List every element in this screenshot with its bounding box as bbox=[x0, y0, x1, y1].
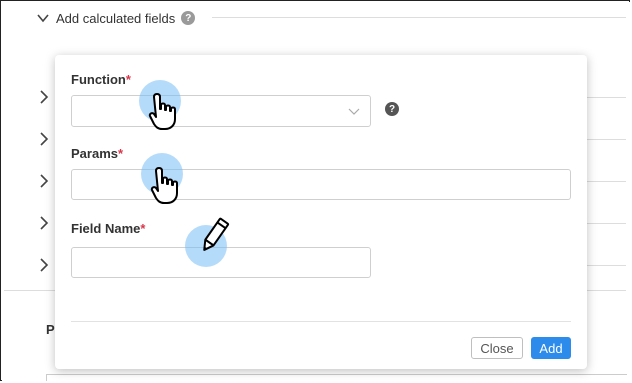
section-title: Add calculated fields bbox=[56, 10, 176, 26]
required-marker: * bbox=[125, 72, 131, 87]
chevron-right-icon[interactable] bbox=[36, 257, 52, 273]
background-box bbox=[46, 374, 627, 381]
help-icon[interactable]: ? bbox=[385, 102, 399, 116]
params-label: Params* bbox=[71, 146, 124, 161]
pencil-icon bbox=[203, 217, 230, 251]
function-select[interactable] bbox=[71, 95, 371, 127]
add-button[interactable]: Add bbox=[531, 337, 571, 359]
close-button[interactable]: Close bbox=[471, 337, 523, 359]
header-divider bbox=[212, 17, 626, 18]
help-icon[interactable]: ? bbox=[181, 11, 196, 25]
chevron-down-icon[interactable] bbox=[36, 11, 50, 25]
hand-pointer-icon bbox=[148, 93, 176, 130]
hand-pointer-icon bbox=[150, 167, 178, 204]
chevron-right-icon[interactable] bbox=[36, 173, 52, 189]
required-marker: * bbox=[117, 146, 124, 161]
chevron-right-icon[interactable] bbox=[36, 131, 52, 147]
dialog-footer-divider bbox=[71, 321, 571, 322]
chevron-down-icon bbox=[348, 108, 360, 115]
required-marker: * bbox=[140, 221, 146, 236]
add-calculated-field-dialog: Function* ? Params* Field Name* Close Ad… bbox=[55, 55, 587, 369]
calculated-fields-header[interactable]: Add calculated fields ? bbox=[36, 8, 196, 28]
chevron-right-icon[interactable] bbox=[36, 89, 52, 105]
background-label: P bbox=[46, 322, 55, 337]
chevron-right-icon[interactable] bbox=[36, 215, 52, 231]
function-label: Function* bbox=[71, 72, 131, 87]
field-name-label: Field Name* bbox=[71, 221, 146, 236]
